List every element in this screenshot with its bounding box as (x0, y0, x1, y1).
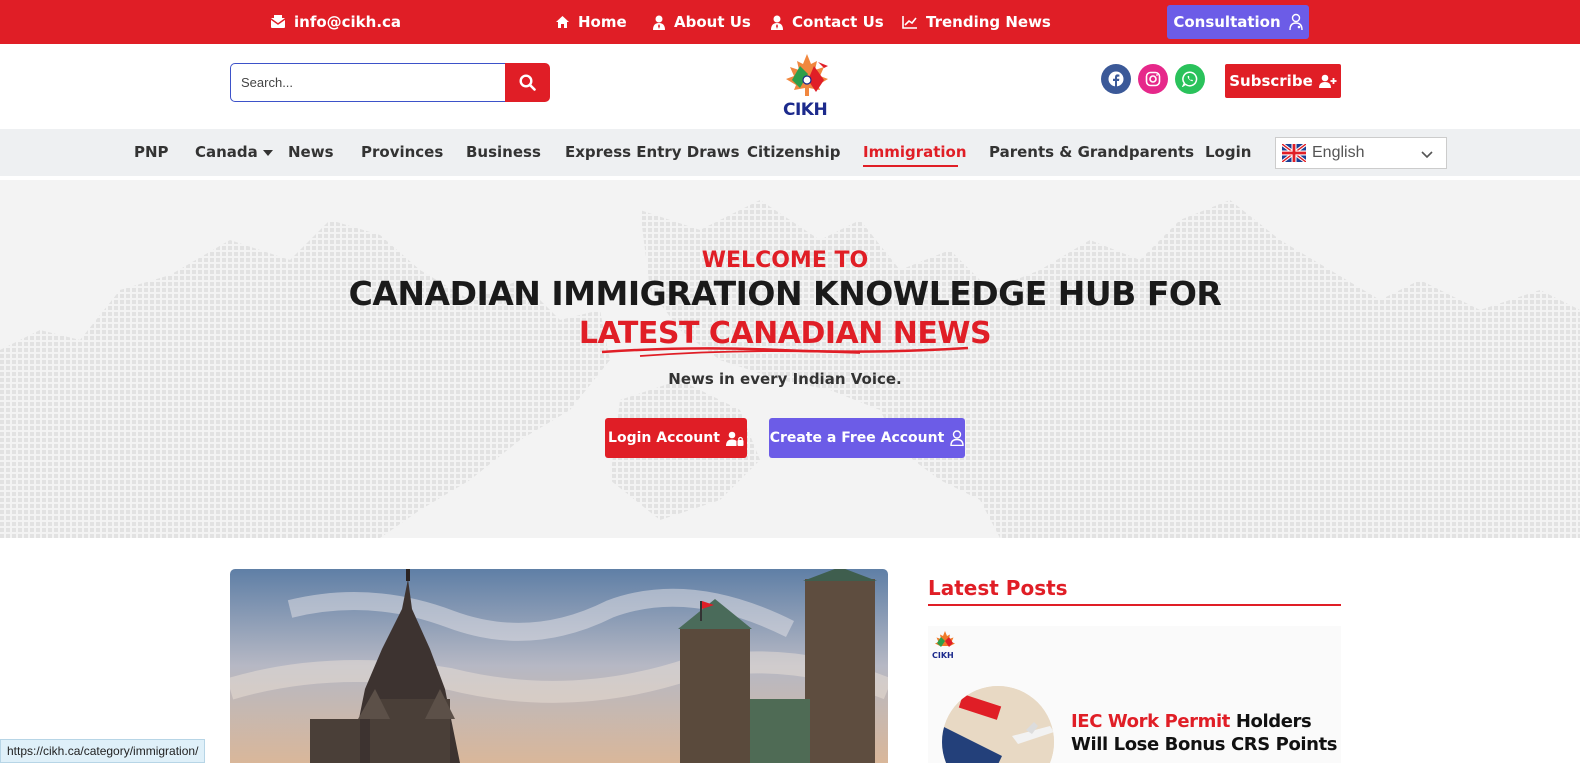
user-plus-icon (1318, 74, 1337, 88)
user-outline-icon (950, 430, 965, 446)
language-label: English (1312, 144, 1365, 161)
uk-flag-icon (1282, 144, 1306, 162)
world-map-dot-pattern (0, 200, 1580, 538)
user-tie-icon (653, 15, 665, 30)
language-select[interactable]: English (1275, 137, 1447, 169)
email-text: info@cikh.ca (294, 13, 402, 31)
envelope-icon (270, 15, 286, 28)
nav-item-immigration[interactable]: Immigration (863, 143, 967, 163)
latest-posts-heading: Latest Posts (928, 576, 1068, 600)
instagram-icon (1145, 71, 1161, 87)
nav-item-login[interactable]: Login (1205, 143, 1251, 163)
active-nav-indicator (863, 165, 958, 167)
post-thumbnail (942, 686, 1054, 763)
latest-post-card[interactable]: CIKH IEC Work Permit Holders Will Lose B… (928, 626, 1341, 763)
hero-banner (0, 180, 1580, 538)
subscribe-label: Subscribe (1229, 72, 1313, 90)
consultation-button[interactable]: Consultation (1167, 5, 1309, 39)
top-nav-home-label: Home (578, 13, 627, 31)
search-button[interactable] (505, 63, 550, 102)
whatsapp-icon (1182, 71, 1198, 87)
hero-headline: CANADIAN IMMIGRATION KNOWLEDGE HUB FOR (348, 274, 1222, 313)
chevron-down-icon[interactable] (263, 150, 273, 156)
top-nav-about[interactable]: About Us (652, 12, 751, 32)
create-account-label: Create a Free Account (769, 430, 945, 446)
site-logo[interactable]: CIKH (780, 52, 834, 122)
nav-item-business[interactable]: Business (466, 143, 541, 163)
latest-posts-divider (928, 604, 1341, 606)
nav-item-parents-grandparents[interactable]: Parents & Grandparents (989, 143, 1194, 163)
email-link[interactable]: info@cikh.ca (270, 12, 401, 32)
search-icon (519, 74, 536, 91)
search-bar (230, 63, 550, 102)
nav-item-express-entry-draws[interactable]: Express Entry Draws (565, 143, 740, 163)
create-account-button[interactable]: Create a Free Account (769, 418, 965, 458)
top-nav-trending-label: Trending News (926, 13, 1051, 31)
featured-article-image[interactable] (230, 569, 888, 763)
facebook-button[interactable] (1101, 64, 1131, 94)
search-input[interactable] (230, 63, 505, 102)
post-title[interactable]: IEC Work Permit Holders Will Lose Bonus … (1071, 710, 1339, 756)
user-lock-icon (725, 431, 744, 446)
facebook-icon (1108, 71, 1124, 87)
whatsapp-button[interactable] (1175, 64, 1205, 94)
login-account-label: Login Account (608, 430, 720, 446)
hero-welcome: WELCOME TO (701, 248, 869, 273)
chart-line-icon (902, 16, 917, 29)
nav-item-citizenship[interactable]: Citizenship (747, 143, 841, 163)
instagram-button[interactable] (1138, 64, 1168, 94)
logo-text: CIKH (783, 100, 828, 120)
hero-tagline: News in every Indian Voice. (668, 370, 902, 388)
nav-item-news[interactable]: News (288, 143, 334, 163)
subscribe-button[interactable]: Subscribe (1225, 64, 1341, 98)
top-nav-home[interactable]: Home (555, 12, 627, 32)
top-nav-contact-label: Contact Us (792, 13, 884, 31)
doctor-icon (1288, 13, 1303, 31)
top-nav-trending[interactable]: Trending News (902, 12, 1051, 32)
login-account-button[interactable]: Login Account (605, 418, 747, 458)
nav-item-provinces[interactable]: Provinces (361, 143, 443, 163)
post-source-logo: CIKH (932, 630, 958, 660)
consultation-label: Consultation (1173, 13, 1281, 31)
top-nav-contact[interactable]: Contact Us (770, 12, 884, 32)
scribble-underline (601, 346, 969, 357)
top-nav-about-label: About Us (674, 13, 751, 31)
status-bar-url: https://cikh.ca/category/immigration/ (0, 739, 206, 763)
user-tie-icon (771, 15, 783, 30)
chevron-down-icon (1421, 151, 1433, 159)
post-title-highlight: IEC Work Permit (1071, 711, 1230, 732)
nav-item-canada[interactable]: Canada (195, 143, 258, 163)
nav-item-pnp[interactable]: PNP (134, 143, 169, 163)
home-icon (556, 16, 569, 28)
post-source-logo-text: CIKH (932, 651, 954, 660)
